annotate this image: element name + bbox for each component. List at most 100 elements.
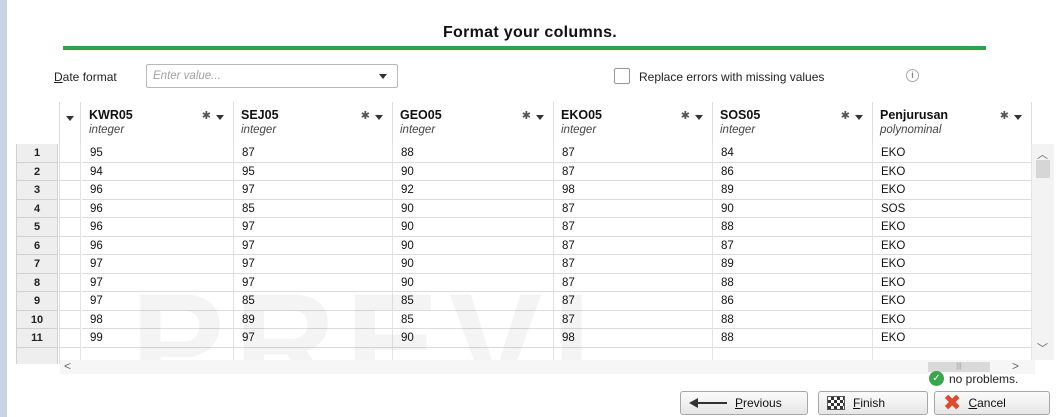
table-cell[interactable]: 85 <box>393 310 554 329</box>
table-cell[interactable]: 90 <box>393 255 554 274</box>
column-header-0[interactable]: KWR05 integer ✱ <box>82 102 234 144</box>
row-number[interactable]: 6 <box>16 236 58 255</box>
table-cell[interactable]: 94 <box>82 162 234 181</box>
table-cell[interactable]: 96 <box>82 218 234 237</box>
table-cell[interactable]: 97 <box>234 218 393 237</box>
row-number[interactable]: 4 <box>16 199 58 218</box>
chevron-down-icon[interactable] <box>855 115 863 120</box>
table-cell[interactable]: 98 <box>82 310 234 329</box>
table-cell[interactable]: 88 <box>713 218 873 237</box>
table-cell[interactable]: EKO <box>873 310 1032 329</box>
scroll-left-icon[interactable]: < <box>64 359 71 373</box>
table-cell[interactable]: 97 <box>234 329 393 348</box>
table-cell[interactable]: 90 <box>393 199 554 218</box>
table-cell[interactable]: EKO <box>873 218 1032 237</box>
table-cell[interactable]: 90 <box>393 218 554 237</box>
table-cell[interactable]: EKO <box>873 255 1032 274</box>
table-cell[interactable]: 97 <box>234 181 393 200</box>
table-cell[interactable]: 97 <box>82 292 234 311</box>
table-cell[interactable]: 95 <box>234 162 393 181</box>
table-cell[interactable]: 85 <box>234 199 393 218</box>
row-number[interactable]: 7 <box>16 255 58 274</box>
gear-icon[interactable]: ✱ <box>1000 109 1009 122</box>
replace-errors-checkbox[interactable] <box>614 68 630 84</box>
cancel-button[interactable]: ✖ Cancel <box>934 391 1050 415</box>
table-cell[interactable]: EKO <box>873 273 1032 292</box>
table-cell[interactable]: 98 <box>554 181 713 200</box>
table-cell[interactable]: 96 <box>82 236 234 255</box>
scroll-down-icon[interactable]: ﹀ <box>1037 340 1048 356</box>
finish-button[interactable]: Finish <box>818 391 928 415</box>
row-number[interactable]: 11 <box>16 329 58 348</box>
table-cell[interactable]: 89 <box>713 255 873 274</box>
date-format-placeholder[interactable]: Enter value... <box>153 70 221 82</box>
row-number[interactable]: 8 <box>16 273 58 292</box>
table-cell[interactable]: 90 <box>393 329 554 348</box>
table-cell[interactable]: 85 <box>393 292 554 311</box>
chevron-down-icon[interactable] <box>695 115 703 120</box>
row-number[interactable]: 5 <box>16 218 58 237</box>
table-cell[interactable]: 89 <box>234 310 393 329</box>
table-cell[interactable]: 97 <box>82 273 234 292</box>
table-cell[interactable]: 88 <box>713 310 873 329</box>
table-cell[interactable]: EKO <box>873 162 1032 181</box>
row-number[interactable]: 10 <box>16 310 58 329</box>
table-cell[interactable]: 90 <box>713 199 873 218</box>
table-cell[interactable]: 87 <box>554 255 713 274</box>
table-cell[interactable]: 86 <box>713 162 873 181</box>
table-cell[interactable]: 87 <box>554 144 713 163</box>
table-cell[interactable]: SOS <box>873 199 1032 218</box>
table-cell[interactable]: 90 <box>393 273 554 292</box>
table-cell[interactable]: 88 <box>393 144 554 163</box>
table-cell[interactable]: EKO <box>873 236 1032 255</box>
table-cell[interactable]: 89 <box>713 181 873 200</box>
table-cell[interactable]: EKO <box>873 144 1032 163</box>
column-header-4[interactable]: SOS05 integer ✱ <box>713 102 873 144</box>
gear-icon[interactable]: ✱ <box>841 109 850 122</box>
table-cell[interactable]: 90 <box>393 162 554 181</box>
column-header-2[interactable]: GEO05 integer ✱ <box>393 102 554 144</box>
gear-icon[interactable]: ✱ <box>202 109 211 122</box>
table-cell[interactable]: 87 <box>554 236 713 255</box>
chevron-down-icon[interactable] <box>379 73 387 79</box>
chevron-down-icon[interactable] <box>216 115 224 120</box>
table-cell[interactable]: 92 <box>393 181 554 200</box>
table-cell[interactable]: 86 <box>713 292 873 311</box>
column-header-5[interactable]: Penjurusan polynominal ✱ <box>873 102 1032 144</box>
table-cell[interactable]: 85 <box>234 292 393 311</box>
chevron-down-icon[interactable] <box>375 115 383 120</box>
table-cell[interactable]: 96 <box>82 199 234 218</box>
table-cell[interactable]: 95 <box>82 144 234 163</box>
table-cell[interactable]: EKO <box>873 181 1032 200</box>
table-cell[interactable]: 97 <box>234 236 393 255</box>
chevron-down-icon[interactable] <box>66 116 74 121</box>
table-cell[interactable]: 90 <box>393 236 554 255</box>
table-cell[interactable]: 88 <box>713 273 873 292</box>
table-cell[interactable]: 88 <box>713 329 873 348</box>
table-cell[interactable]: 97 <box>234 273 393 292</box>
table-cell[interactable]: 98 <box>554 329 713 348</box>
horizontal-scrollbar[interactable]: < ||| > <box>60 359 1035 374</box>
table-cell[interactable]: 97 <box>82 255 234 274</box>
row-number[interactable]: 3 <box>16 181 58 200</box>
gear-icon[interactable]: ✱ <box>681 109 690 122</box>
table-cell[interactable]: EKO <box>873 329 1032 348</box>
table-cell[interactable]: 99 <box>82 329 234 348</box>
table-cell[interactable]: 97 <box>234 255 393 274</box>
table-cell[interactable]: 87 <box>554 218 713 237</box>
row-number[interactable]: 1 <box>16 144 58 163</box>
table-cell[interactable]: 96 <box>82 181 234 200</box>
chevron-down-icon[interactable] <box>1014 115 1022 120</box>
row-number[interactable]: 9 <box>16 292 58 311</box>
row-number[interactable]: 2 <box>16 162 58 181</box>
previous-button[interactable]: Previous <box>680 391 808 415</box>
gear-icon[interactable]: ✱ <box>361 109 370 122</box>
row-number[interactable] <box>16 347 58 364</box>
replace-errors-label[interactable]: Replace errors with missing values <box>639 70 824 84</box>
table-cell[interactable]: 87 <box>234 144 393 163</box>
table-cell[interactable]: 87 <box>713 236 873 255</box>
table-cell[interactable]: 87 <box>554 292 713 311</box>
column-header-3[interactable]: EKO05 integer ✱ <box>554 102 713 144</box>
table-cell[interactable]: 87 <box>554 273 713 292</box>
column-header-1[interactable]: SEJ05 integer ✱ <box>234 102 393 144</box>
